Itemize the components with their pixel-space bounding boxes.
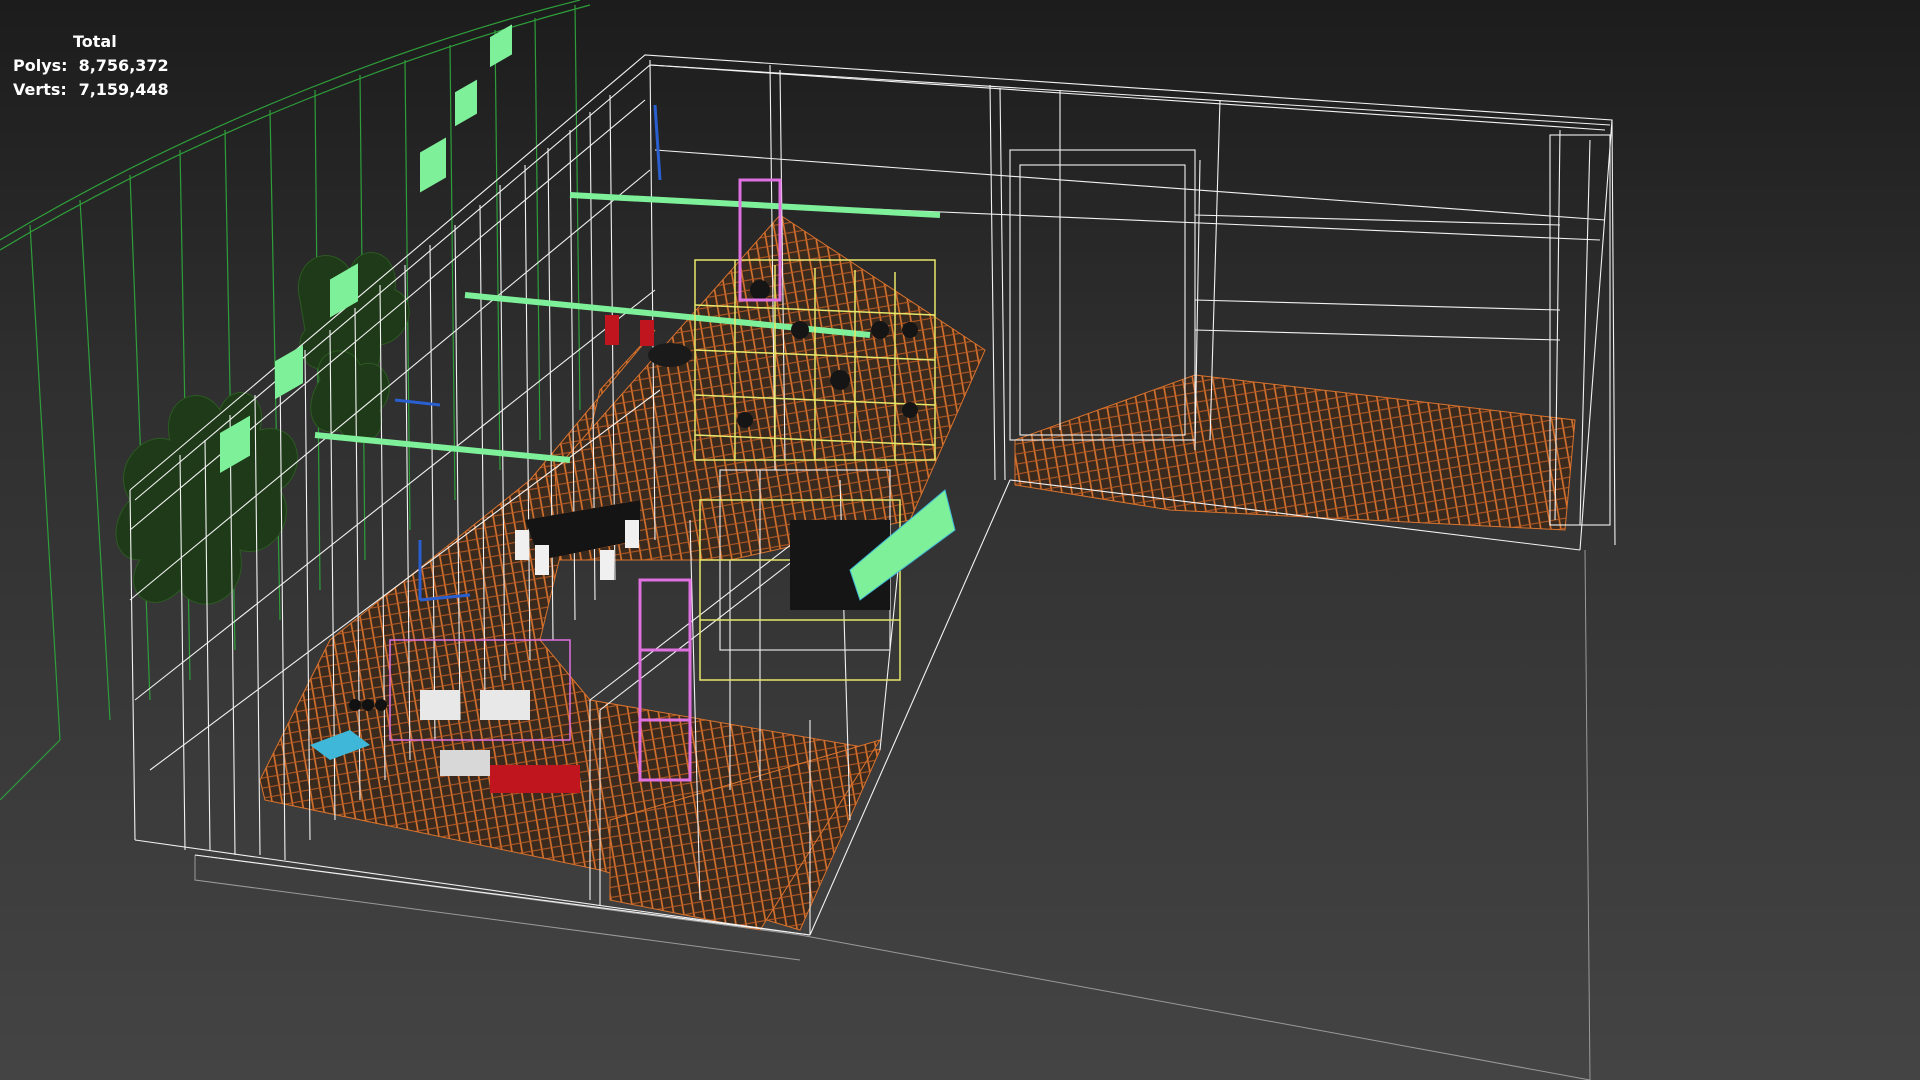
polys-label: Polys: <box>13 56 68 75</box>
scene-statistics: Total Polys: 8,756,372 Verts: 7,159,448 <box>13 30 169 102</box>
stats-title: Total <box>73 32 117 51</box>
polys-value: 8,756,372 <box>78 56 169 75</box>
verts-row: Verts: 7,159,448 <box>13 78 169 102</box>
floor-right-room <box>1014 374 1576 531</box>
perspective-viewport[interactable]: Total Polys: 8,756,372 Verts: 7,159,448 <box>0 0 1920 1080</box>
verts-value: 7,159,448 <box>78 80 169 99</box>
verts-label: Verts: <box>13 80 67 99</box>
polys-row: Polys: 8,756,372 <box>13 54 169 78</box>
wireframe-scene[interactable] <box>0 0 1920 1080</box>
parquet-floors <box>259 214 1576 931</box>
